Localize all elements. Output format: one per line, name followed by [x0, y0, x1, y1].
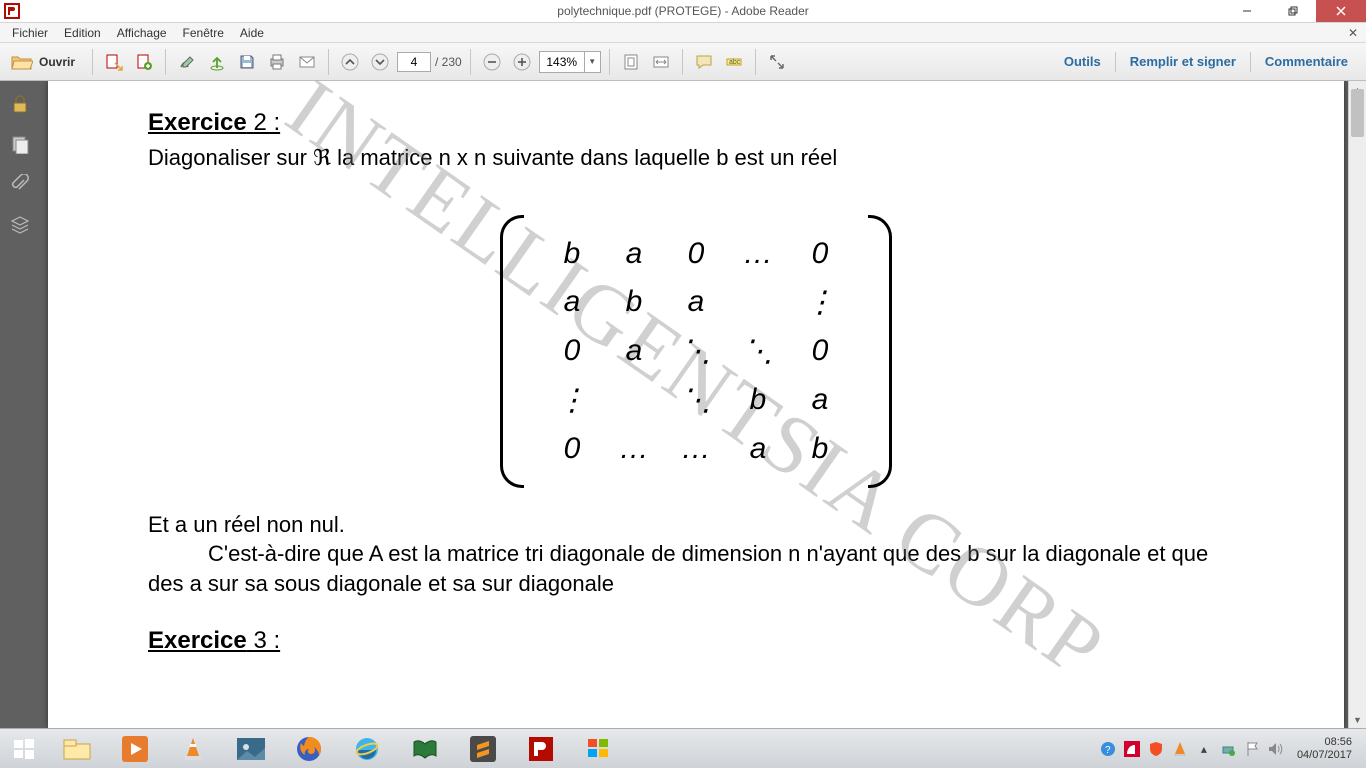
task-explorer[interactable]	[49, 730, 105, 768]
vertical-scrollbar[interactable]: ▲ ▼	[1348, 81, 1366, 728]
titlebar: polytechnique.pdf (PROTEGE) - Adobe Read…	[0, 0, 1366, 23]
menu-fichier[interactable]: Fichier	[4, 24, 56, 42]
highlight-button[interactable]: abc	[721, 49, 747, 75]
share-button[interactable]	[204, 49, 230, 75]
menubar: Fichier Edition Affichage Fenêtre Aide ✕	[0, 23, 1366, 43]
exercice2-line2: Et a un réel non nul.	[148, 510, 1244, 540]
tray-defender-icon[interactable]	[1147, 740, 1165, 758]
zoom-in-button[interactable]	[509, 49, 535, 75]
zoom-out-button[interactable]	[479, 49, 505, 75]
tray-avira-icon[interactable]	[1123, 740, 1141, 758]
document-viewport[interactable]: INTELLIGENTSIA CORP Exercice 2 : Diagona…	[40, 81, 1366, 728]
restore-button[interactable]	[1270, 0, 1316, 22]
exercice2-line3: C'est-à-dire que A est la matrice tri di…	[148, 539, 1244, 598]
comment-link[interactable]: Commentaire	[1253, 48, 1360, 75]
fill-sign-link[interactable]: Remplir et signer	[1118, 48, 1248, 75]
start-button[interactable]	[0, 729, 48, 769]
read-mode-button[interactable]	[764, 49, 790, 75]
menu-affichage[interactable]: Affichage	[109, 24, 175, 42]
zoom-combo[interactable]: ▼	[539, 51, 601, 73]
menu-edition[interactable]: Edition	[56, 24, 109, 42]
convert-pdf-button[interactable]	[101, 49, 127, 75]
task-vlc[interactable]	[165, 730, 221, 768]
taskbar: ? ▴ 08:56 04/07/2017	[0, 728, 1366, 768]
page-number-input[interactable]	[397, 52, 431, 72]
menu-fenetre[interactable]: Fenêtre	[175, 24, 232, 42]
tray-chevron-icon[interactable]: ▴	[1195, 740, 1213, 758]
task-photo[interactable]	[223, 730, 279, 768]
svg-text:?: ?	[1105, 745, 1111, 756]
tray-vlc-icon[interactable]	[1171, 740, 1189, 758]
zoom-input[interactable]	[540, 55, 584, 69]
task-firefox[interactable]	[281, 730, 337, 768]
comment-button[interactable]	[691, 49, 717, 75]
task-ie[interactable]	[339, 730, 395, 768]
task-book[interactable]	[397, 730, 453, 768]
tray-volume-icon[interactable]	[1267, 740, 1285, 758]
task-wmplayer[interactable]	[107, 730, 163, 768]
thumbnails-panel-button[interactable]	[7, 131, 33, 157]
zoom-dropdown-button[interactable]: ▼	[584, 52, 600, 72]
scroll-down-button[interactable]: ▼	[1349, 711, 1366, 728]
adobe-reader-icon	[4, 3, 20, 19]
window-title: polytechnique.pdf (PROTEGE) - Adobe Read…	[557, 4, 808, 18]
pdf-page: INTELLIGENTSIA CORP Exercice 2 : Diagona…	[48, 81, 1344, 728]
fit-width-button[interactable]	[648, 49, 674, 75]
menu-close-doc-button[interactable]: ✕	[1344, 26, 1362, 40]
security-panel-button[interactable]	[7, 91, 33, 117]
task-windows-flag[interactable]	[571, 730, 627, 768]
task-sublime[interactable]	[455, 730, 511, 768]
sidebar	[0, 81, 40, 728]
svg-text:abc: abc	[729, 59, 741, 66]
email-button[interactable]	[294, 49, 320, 75]
attachments-panel-button[interactable]	[7, 171, 33, 197]
tray-help-icon[interactable]: ?	[1099, 740, 1117, 758]
exercice2-line1: Diagonaliser sur ℜ la matrice n x n suiv…	[148, 143, 1244, 173]
page-up-button[interactable]	[337, 49, 363, 75]
tray-safely-remove-icon[interactable]	[1219, 740, 1237, 758]
tray-time: 08:56	[1297, 736, 1352, 748]
exercice3-heading: Exercice 3 :	[148, 627, 1244, 655]
exercice2-heading: Exercice 2 :	[148, 109, 1244, 137]
print-button[interactable]	[264, 49, 290, 75]
matrix: ba0…0aba⋮0a⋱⋱0⋮⋱ba0……ab	[148, 223, 1244, 480]
toolbar: Ouvrir / 230 ▼ abc Outils Remplir et sig…	[0, 43, 1366, 81]
open-label: Ouvrir	[39, 55, 75, 69]
task-adobe-reader[interactable]	[513, 730, 569, 768]
main-area: INTELLIGENTSIA CORP Exercice 2 : Diagona…	[0, 81, 1366, 728]
page-total-label: / 230	[435, 55, 462, 69]
fit-page-button[interactable]	[618, 49, 644, 75]
sign-button[interactable]	[174, 49, 200, 75]
tray-clock[interactable]: 08:56 04/07/2017	[1291, 736, 1358, 760]
scroll-thumb[interactable]	[1351, 89, 1364, 137]
minimize-button[interactable]	[1224, 0, 1270, 22]
windows-icon	[12, 737, 36, 761]
close-button[interactable]	[1316, 0, 1366, 22]
system-tray: ? ▴ 08:56 04/07/2017	[1099, 736, 1366, 760]
page-down-button[interactable]	[367, 49, 393, 75]
open-button[interactable]: Ouvrir	[6, 48, 84, 76]
tools-link[interactable]: Outils	[1052, 48, 1113, 75]
tray-flag-icon[interactable]	[1243, 740, 1261, 758]
menu-aide[interactable]: Aide	[232, 24, 272, 42]
folder-open-icon	[11, 53, 33, 71]
create-pdf-button[interactable]	[131, 49, 157, 75]
save-button[interactable]	[234, 49, 260, 75]
layers-panel-button[interactable]	[7, 211, 33, 237]
tray-date: 04/07/2017	[1297, 749, 1352, 761]
